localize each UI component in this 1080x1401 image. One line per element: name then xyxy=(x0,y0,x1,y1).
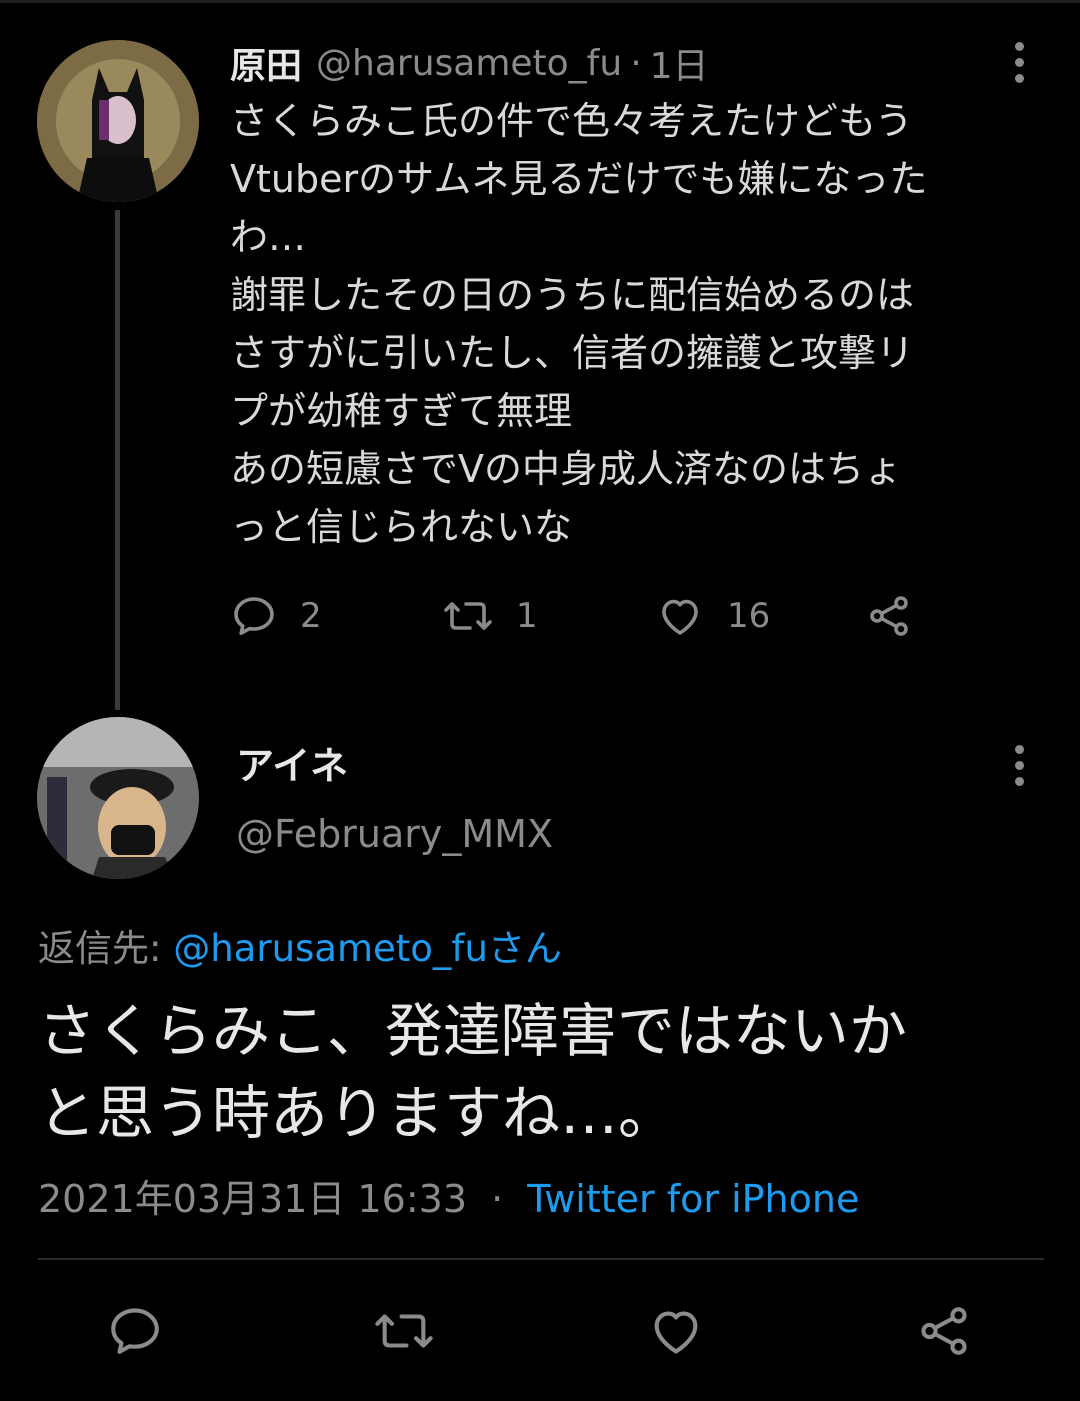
display-name[interactable]: 原田 xyxy=(230,37,302,89)
reply-icon xyxy=(111,1308,159,1354)
avatar[interactable] xyxy=(37,40,199,202)
tweet-source-link[interactable]: Twitter for iPhone xyxy=(527,1177,859,1221)
tweet-text: さくらみこ、発達障害ではないか と思う時ありますね…。 xyxy=(38,997,907,1147)
tweet-actions: 2 1 16 xyxy=(230,592,950,652)
retweet-count: 1 xyxy=(516,596,538,636)
reply-button[interactable] xyxy=(106,1302,164,1360)
retweet-button[interactable]: 1 xyxy=(442,592,538,640)
share-button[interactable] xyxy=(915,1302,973,1360)
tweet-text: さくらみこ氏の件で色々考えたけどもう Vtuberのサムネ見るだけでも嫌になった… xyxy=(230,99,928,549)
replying-to: 返信先: @harusameto_fuさん xyxy=(38,918,562,972)
retweet-icon xyxy=(444,602,492,630)
avatar[interactable] xyxy=(37,717,199,879)
display-name[interactable]: アイネ xyxy=(236,735,348,790)
separator: · xyxy=(630,42,642,84)
replying-to-label: 返信先: xyxy=(38,927,162,970)
tweet-time[interactable]: 1日 xyxy=(650,37,709,89)
like-button[interactable] xyxy=(646,1302,706,1360)
share-icon xyxy=(870,596,908,636)
share-button[interactable] xyxy=(865,592,913,640)
top-border xyxy=(0,0,1080,3)
avatar-image xyxy=(37,40,199,202)
user-handle[interactable]: @harusameto_fu xyxy=(316,43,622,84)
like-icon xyxy=(654,1311,698,1354)
parent-tweet-header: 原田 @harusameto_fu · 1日 xyxy=(230,38,709,88)
more-icon[interactable] xyxy=(1014,42,1024,83)
tweet-meta: 2021年03月31日 16:33 · Twitter for iPhone xyxy=(38,1168,859,1223)
like-count: 16 xyxy=(727,596,771,636)
retweet-icon xyxy=(375,1314,433,1348)
divider xyxy=(38,1258,1044,1260)
separator: · xyxy=(491,1177,504,1221)
like-button[interactable]: 16 xyxy=(655,592,770,640)
thread-line xyxy=(115,210,120,710)
avatar-image xyxy=(37,717,199,879)
retweet-button[interactable] xyxy=(372,1302,436,1360)
reply-icon xyxy=(234,597,274,635)
like-icon xyxy=(662,599,698,635)
more-icon[interactable] xyxy=(1014,745,1024,786)
replying-to-mention-link[interactable]: @harusameto_fuさん xyxy=(173,927,562,970)
user-handle[interactable]: @February_MMX xyxy=(236,812,553,856)
share-icon xyxy=(921,1307,967,1355)
reply-button[interactable]: 2 xyxy=(230,592,322,640)
tweet-timestamp: 2021年03月31日 16:33 xyxy=(38,1177,468,1221)
detail-actions xyxy=(0,1302,1080,1362)
reply-count: 2 xyxy=(300,596,322,636)
